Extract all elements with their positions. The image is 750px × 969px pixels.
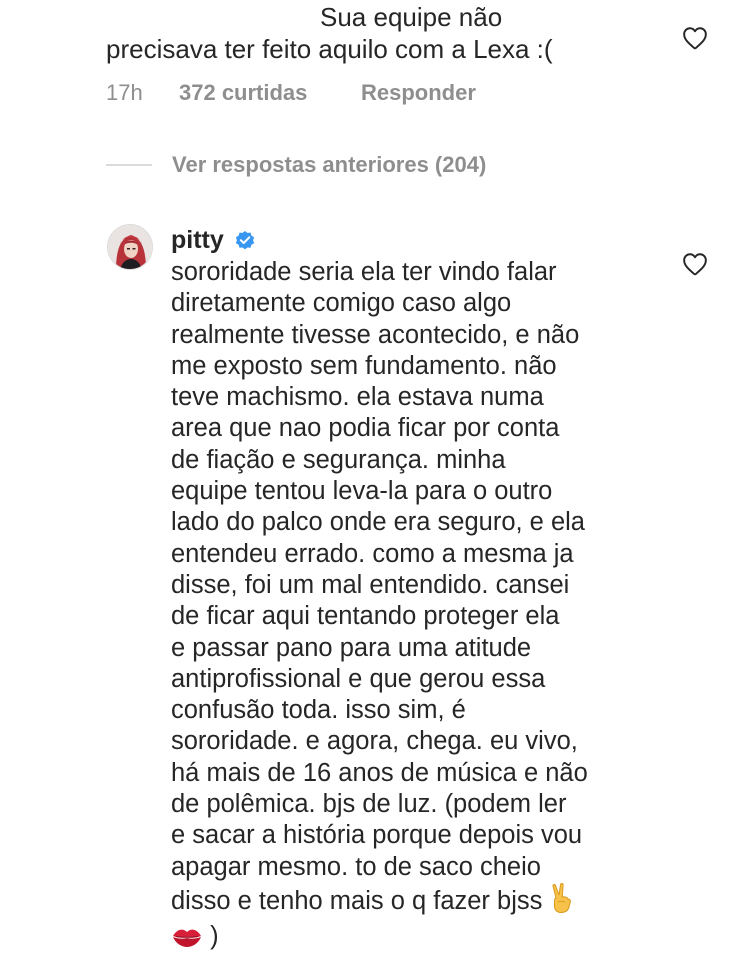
comment-text-line: precisava ter feito aquilo com a Lexa :(	[106, 34, 553, 64]
reply-text-line: de ficar aqui tentando proteger ela	[171, 602, 560, 631]
reply-header: pitty	[171, 224, 256, 256]
reply-text-line: entendeu errado. como a mesma ja	[171, 539, 574, 568]
reply-text-line-with-emoji: disso e tenho mais o q fazer bjss	[171, 882, 651, 921]
reply-text-line: equipe tentou leva-la para o outro	[171, 477, 553, 506]
reply-text-line: de polêmica. bjs de luz. (podem ler	[171, 790, 567, 819]
reply-text-line: de fiação e segurança. minha	[171, 445, 506, 474]
reply-text-line: lado do palco onde era seguro, e ela	[171, 508, 585, 537]
likes-count-button[interactable]: 372 curtidas	[179, 78, 307, 108]
reply-text-line: teve machismo. ela estava numa	[171, 383, 544, 412]
reply-text: sororidade seria ela ter vindo falar dir…	[171, 257, 651, 957]
reply-text-line: diretamente comigo caso algo	[171, 289, 512, 318]
comment-text-line: Sua equipe não	[320, 2, 503, 32]
reply-text-line: sororidade. e agora, chega. eu vivo,	[171, 727, 578, 756]
victory-hand-emoji	[549, 882, 575, 921]
reply-text-line: há mais de 16 anos de música e não	[171, 758, 588, 787]
reply-text-segment: )	[210, 922, 219, 951]
reply-text-line: sororidade seria ela ter vindo falar	[171, 258, 557, 286]
reply-text-line: area que nao podia ficar por conta	[171, 414, 560, 443]
reply-text-line: realmente tivesse acontecido, e não	[171, 320, 580, 349]
reply-text-line: antiprofissional e que gerou essa	[171, 664, 546, 693]
reply-text-line: disse, foi um mal entendido. cansei	[171, 570, 570, 599]
kiss-mark-emoji	[171, 925, 203, 956]
comment-timestamp: 17h	[106, 80, 143, 105]
reply-text-line: apagar mesmo. to de saco cheio	[171, 852, 541, 881]
reply-text-segment: disso e tenho mais o q fazer bjss	[171, 886, 543, 915]
heart-outline-icon[interactable]	[682, 252, 708, 276]
avatar[interactable]	[107, 224, 153, 270]
divider-line	[106, 164, 152, 166]
username-link[interactable]: pitty	[171, 226, 224, 254]
reply-text-line: e passar pano para uma atitude	[171, 633, 532, 662]
reply-text-line: e sacar a história porque depois vou	[171, 821, 583, 850]
reply-text-line-with-emoji: )	[171, 921, 651, 956]
heart-outline-icon[interactable]	[682, 26, 708, 50]
reply-text-line: me exposto sem fundamento. não	[171, 351, 557, 380]
reply-button[interactable]: Responder	[361, 78, 476, 108]
verified-badge-icon	[234, 229, 256, 251]
reply-text-line: confusão toda. isso sim, é	[171, 696, 466, 725]
view-replies-label: Ver respostas anteriores (204)	[172, 152, 487, 177]
